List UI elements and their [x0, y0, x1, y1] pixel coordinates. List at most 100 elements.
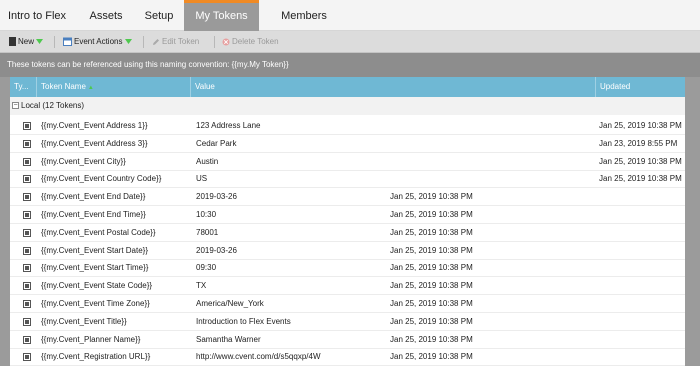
event-actions-label: Event Actions — [74, 37, 123, 46]
token-updated-mid-cell: Jan 25, 2019 10:38 PM — [390, 334, 473, 344]
sort-ascending-icon: ▲ — [87, 85, 94, 91]
token-value-cell: 78001 — [196, 227, 219, 237]
delete-token-label: Delete Token — [232, 37, 279, 46]
token-name-cell: {{my.Cvent_Event End Time}} — [41, 210, 146, 219]
tab-my-tokens[interactable]: My Tokens — [184, 0, 259, 31]
token-value-cell: 2019-03-26 — [196, 245, 237, 255]
token-value-cell: Cedar Park — [196, 138, 237, 148]
table-row[interactable]: {{my.Cvent_Event Address 1}} 123 Address … — [10, 117, 685, 135]
token-name-cell: {{my.Cvent_Event State Code}} — [41, 281, 153, 291]
pencil-icon — [153, 38, 159, 45]
text-token-icon — [23, 282, 31, 291]
token-value-cell: America/New_York — [196, 299, 264, 308]
table-row[interactable]: {{my.Cvent_Event Start Date}} 2019-03-26 J… — [10, 242, 685, 260]
token-updated-cell: Jan 23, 2019 8:55 PM — [599, 138, 678, 148]
text-token-icon — [23, 157, 31, 166]
delete-icon — [222, 38, 230, 46]
text-token-icon — [23, 353, 31, 362]
column-header-type[interactable]: Ty... — [10, 77, 37, 97]
token-updated-mid-cell: Jan 25, 2019 10:38 PM — [390, 192, 473, 202]
toolbar: New Event Actions Edit Token Delete Toke… — [0, 31, 700, 53]
table-row[interactable]: {{my.Cvent_Planner Name}} Samantha Warner… — [10, 331, 685, 349]
table-row[interactable]: {{my.Cvent_Event Start Time}} 09:30 Jan 25… — [10, 259, 685, 278]
table-row[interactable]: {{my.Cvent_Event Address 3}} Cedar Park Ja… — [10, 135, 685, 153]
token-value-cell: TX — [196, 281, 207, 291]
token-value-cell: Samantha Warner — [196, 334, 261, 344]
token-updated-cell: Jan 25, 2019 10:38 PM — [599, 174, 682, 184]
token-updated-mid-cell: Jan 25, 2019 10:38 PM — [390, 316, 473, 326]
token-updated-mid-cell: Jan 25, 2019 10:38 PM — [390, 299, 473, 308]
tab-bar: Intro to Flex Assets Setup My Tokens Mem… — [0, 0, 700, 31]
token-value-cell: 09:30 — [196, 263, 217, 273]
token-updated-mid-cell: Jan 25, 2019 10:38 PM — [390, 245, 473, 255]
text-token-icon — [23, 139, 31, 148]
column-header-value-label: Value — [195, 82, 215, 91]
naming-convention-banner: These tokens can be referenced using thi… — [0, 53, 700, 77]
token-name-cell: {{my.Cvent_Event Address 3}} — [41, 138, 148, 148]
token-updated-mid-cell: Jan 25, 2019 10:38 PM — [390, 210, 473, 219]
event-actions-button[interactable]: Event Actions — [63, 31, 134, 53]
token-updated-mid-cell: Jan 25, 2019 10:38 PM — [390, 227, 473, 237]
token-updated-mid-cell: Jan 25, 2019 10:38 PM — [390, 263, 473, 273]
token-value-cell: 10:30 — [196, 210, 217, 219]
tab-assets[interactable]: Assets — [78, 0, 134, 31]
token-name-cell: {{my.Cvent_Event Address 1}} — [41, 121, 148, 130]
token-updated-mid-cell: Jan 25, 2019 10:38 PM — [390, 352, 473, 362]
text-token-icon — [23, 317, 31, 326]
edit-token-label: Edit Token — [162, 37, 200, 46]
token-value-cell: Austin — [196, 156, 219, 166]
right-frame — [685, 77, 700, 366]
new-button-label: New — [18, 37, 35, 46]
token-value-cell: 123 Address Lane — [196, 121, 261, 130]
column-header-updated[interactable]: Updated — [596, 77, 685, 97]
text-token-icon — [23, 228, 31, 237]
table-row[interactable]: {{my.Cvent_Event Title}} Introduction to … — [10, 313, 685, 331]
token-name-cell: {{my.Cvent_Event End Date}} — [41, 192, 146, 202]
group-row-local[interactable]: − Local (12 Tokens) — [10, 97, 685, 115]
collapse-icon[interactable]: − — [12, 102, 19, 109]
text-token-icon — [23, 175, 31, 184]
table-row[interactable]: {{my.Cvent_Event Time Zone}} America/New_… — [10, 295, 685, 313]
toolbar-divider — [143, 36, 144, 48]
tab-intro-to-flex[interactable]: Intro to Flex — [0, 0, 74, 31]
token-name-cell: {{my.Cvent_Event Country Code}} — [41, 174, 162, 184]
token-name-cell: {{my.Cvent_Event City}} — [41, 156, 126, 166]
token-value-cell: Introduction to Flex Events — [196, 316, 291, 326]
table-row[interactable]: {{my.Cvent_Registration URL}} http://www.… — [10, 348, 685, 366]
token-name-cell: {{my.Cvent_Planner Name}} — [41, 334, 141, 344]
toolbar-divider — [54, 36, 55, 48]
tokens-grid: Ty... Token Name ▲ Value Updated − Local … — [10, 77, 685, 366]
column-header-token-name-label: Token Name — [41, 82, 86, 91]
token-updated-cell: Jan 25, 2019 10:38 PM — [599, 121, 682, 130]
token-name-cell: {{my.Cvent_Event Start Time}} — [41, 263, 149, 273]
tab-members[interactable]: Members — [262, 0, 346, 31]
token-name-cell: {{my.Cvent_Event Title}} — [41, 316, 127, 326]
table-row[interactable]: {{my.Cvent_Event End Date}} 2019-03-26 Jan… — [10, 188, 685, 207]
delete-token-button[interactable]: Delete Token — [222, 31, 279, 53]
table-row[interactable]: {{my.Cvent_Event City}} Austin Jan 25, 201… — [10, 153, 685, 171]
text-token-icon — [23, 264, 31, 273]
text-token-icon — [23, 300, 31, 308]
text-token-icon — [23, 193, 31, 202]
token-name-cell: {{my.Cvent_Event Time Zone}} — [41, 299, 150, 308]
token-name-cell: {{my.Cvent_Registration URL}} — [41, 352, 151, 362]
token-updated-cell: Jan 25, 2019 10:38 PM — [599, 156, 682, 166]
toolbar-divider — [214, 36, 215, 48]
column-header-value[interactable]: Value — [191, 77, 596, 97]
edit-token-button[interactable]: Edit Token — [152, 31, 199, 53]
chevron-down-icon — [124, 38, 132, 44]
token-name-cell: {{my.Cvent_Event Postal Code}} — [41, 227, 156, 237]
calendar-icon — [63, 37, 72, 47]
column-header-updated-label: Updated — [600, 82, 631, 91]
table-row[interactable]: {{my.Cvent_Event Country Code}} US Jan 25,… — [10, 170, 685, 189]
tab-setup[interactable]: Setup — [136, 0, 182, 31]
text-token-icon — [23, 335, 31, 344]
text-token-icon — [23, 246, 31, 255]
token-updated-mid-cell: Jan 25, 2019 10:38 PM — [390, 281, 473, 291]
column-header-token-name[interactable]: Token Name ▲ — [37, 77, 191, 97]
table-row[interactable]: {{my.Cvent_Event End Time}} 10:30 Jan 25, … — [10, 206, 685, 224]
new-button[interactable]: New — [9, 31, 45, 53]
table-row[interactable]: {{my.Cvent_Event Postal Code}} 78001 Jan 2… — [10, 224, 685, 242]
column-header-type-label: Ty... — [14, 82, 29, 91]
table-row[interactable]: {{my.Cvent_Event State Code}} TX Jan 25, 2… — [10, 277, 685, 296]
